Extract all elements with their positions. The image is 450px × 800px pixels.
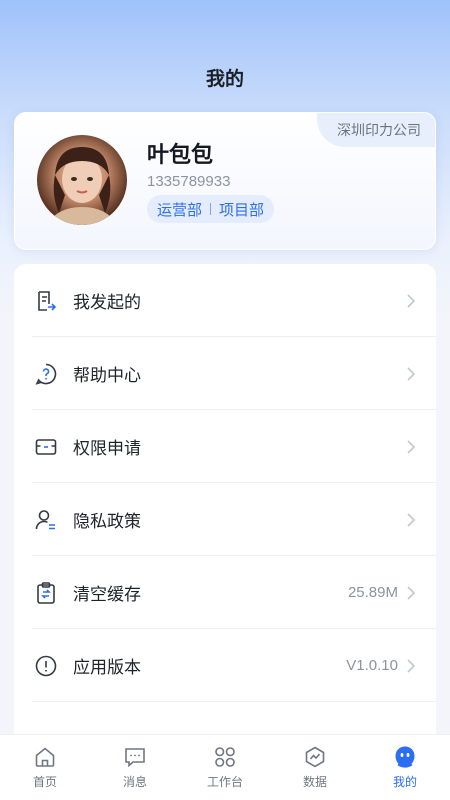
privacy-icon xyxy=(34,508,58,532)
user-phone: 1335789933 xyxy=(147,173,231,190)
company-badge: 深圳印力公司 xyxy=(317,113,435,147)
profile-icon xyxy=(392,744,418,770)
message-icon xyxy=(122,744,148,770)
chevron-right-icon xyxy=(407,439,416,454)
tab-label: 消息 xyxy=(122,775,147,789)
menu-item-my-requests[interactable]: 我发起的 xyxy=(14,264,436,337)
data-icon xyxy=(302,744,328,770)
menu-item-label: 权限申请 xyxy=(73,439,141,458)
app-version-value: V1.0.10 xyxy=(346,657,398,674)
tab-workbench[interactable]: 工作台 xyxy=(180,735,270,800)
menu-item-clear-cache[interactable]: 清空缓存 25.89M xyxy=(14,556,436,629)
department-tags: 运营部 项目部 xyxy=(147,195,275,223)
department-tag: 项目部 xyxy=(219,201,265,219)
avatar[interactable] xyxy=(37,135,127,225)
settings-menu: 我发起的 帮助中心 权限申请 隐私政策 清空缓存 25.89M 应用版本 V1.… xyxy=(14,264,436,744)
profile-card[interactable]: 深圳印力公司 叶包包 1335789933 运营部 项目部 xyxy=(14,112,436,250)
chevron-right-icon xyxy=(407,512,416,527)
my-requests-icon xyxy=(34,289,58,313)
help-icon xyxy=(34,362,58,386)
menu-item-label: 应用版本 xyxy=(73,658,141,677)
tab-home[interactable]: 首页 xyxy=(0,735,90,800)
workbench-icon xyxy=(212,744,238,770)
home-icon xyxy=(32,744,58,770)
tab-messages[interactable]: 消息 xyxy=(90,735,180,800)
chevron-right-icon xyxy=(407,293,416,308)
menu-item-app-version[interactable]: 应用版本 V1.0.10 xyxy=(14,629,436,702)
menu-item-permission-request[interactable]: 权限申请 xyxy=(14,410,436,483)
chevron-right-icon xyxy=(407,585,416,600)
tab-label: 首页 xyxy=(32,775,57,789)
clear-cache-icon xyxy=(34,581,58,605)
chevron-right-icon xyxy=(407,366,416,381)
tab-label: 工作台 xyxy=(206,775,243,789)
chevron-right-icon xyxy=(407,658,416,673)
page-title: 我的 xyxy=(205,69,244,90)
bottom-tab-bar: 首页 消息 工作台 数据 我的 xyxy=(0,734,450,800)
cache-size-value: 25.89M xyxy=(347,584,398,601)
info-icon xyxy=(34,654,58,678)
menu-item-label: 帮助中心 xyxy=(73,366,141,385)
tab-data[interactable]: 数据 xyxy=(270,735,360,800)
menu-item-help-center[interactable]: 帮助中心 xyxy=(14,337,436,410)
department-tag: 运营部 xyxy=(157,201,203,219)
department-separator xyxy=(210,203,212,215)
permission-icon xyxy=(34,435,58,459)
menu-item-label: 隐私政策 xyxy=(73,512,141,531)
menu-item-privacy-policy[interactable]: 隐私政策 xyxy=(14,483,436,556)
user-name: 叶包包 xyxy=(147,142,214,167)
menu-item-label: 我发起的 xyxy=(73,293,141,312)
menu-item-label: 清空缓存 xyxy=(73,585,141,604)
tab-profile[interactable]: 我的 xyxy=(360,735,450,800)
tab-label: 我的 xyxy=(392,775,417,789)
tab-label: 数据 xyxy=(302,775,327,789)
